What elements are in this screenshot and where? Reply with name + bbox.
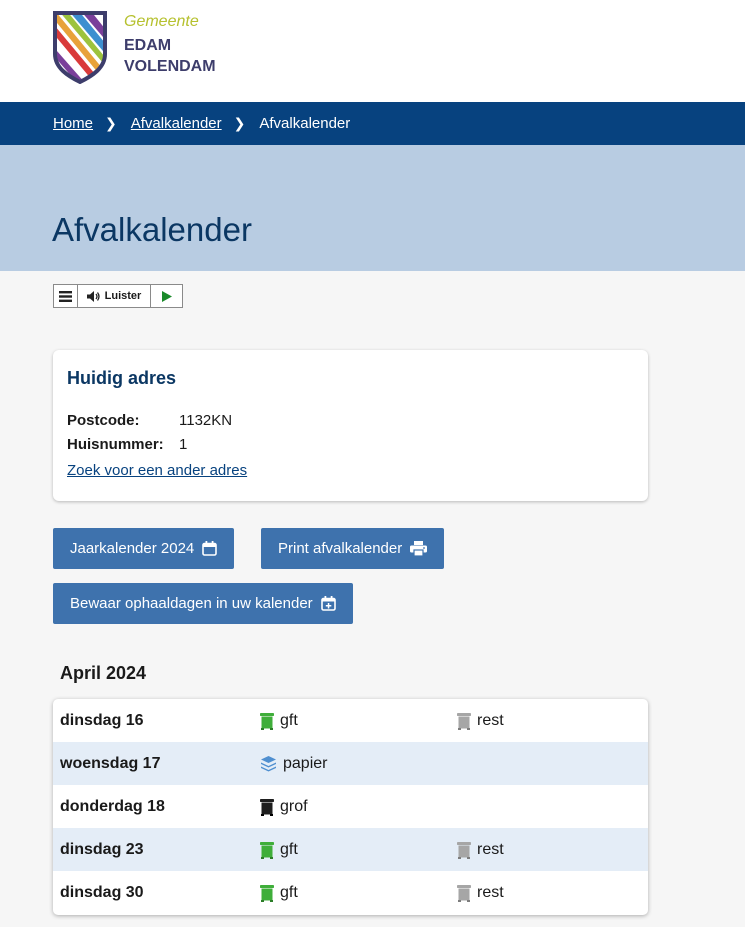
calendar-day: dinsdag 23	[60, 840, 144, 858]
calendar-row: donderdag 18 grof	[53, 785, 648, 828]
black-bin-icon	[260, 798, 274, 816]
waste-label: papier	[283, 754, 328, 772]
breadcrumb-current: Afvalkalender	[259, 115, 351, 132]
waste-label: gft	[280, 883, 298, 901]
play-icon	[161, 290, 172, 302]
waste-label: gft	[280, 840, 298, 858]
calendar-row: woensdag 17 papier	[53, 742, 648, 785]
waste-label: gft	[280, 711, 298, 729]
calendar-day: donderdag 18	[60, 797, 165, 815]
grey-bin-icon	[457, 712, 471, 730]
waste-item-rest: rest	[457, 712, 504, 730]
waste-item-papier: papier	[260, 755, 327, 773]
current-address-card: Huidig adres Postcode: 1132KN Huisnummer…	[53, 350, 648, 501]
calendar-day: dinsdag 30	[60, 883, 144, 901]
green-bin-icon	[260, 712, 274, 730]
readspeaker-listen-label: Luister	[104, 290, 142, 302]
save-pickup-days-button[interactable]: Bewaar ophaaldagen in uw kalender	[53, 583, 353, 624]
coat-of-arms-icon	[53, 11, 107, 84]
readspeaker-play-button[interactable]	[151, 285, 182, 307]
save-pickup-days-button-label: Bewaar ophaaldagen in uw kalender	[70, 595, 313, 612]
breadcrumb-afvalkalender-link[interactable]: Afvalkalender	[131, 115, 222, 132]
calendar-day: dinsdag 16	[60, 711, 144, 729]
waste-item-grof: grof	[260, 798, 308, 816]
hamburger-menu-icon	[59, 290, 72, 302]
change-address-link[interactable]: Zoek voor een ander adres	[67, 462, 247, 479]
postcode-label: Postcode:	[67, 412, 140, 429]
logo-gemeente-text: Gemeente	[124, 13, 199, 30]
readspeaker-menu-button[interactable]	[54, 285, 78, 307]
calendar-row: dinsdag 16 gft rest	[53, 699, 648, 742]
month-title: April 2024	[60, 663, 147, 683]
year-calendar-button[interactable]: Jaarkalender 2024	[53, 528, 235, 569]
waste-item-rest: rest	[457, 884, 504, 902]
municipality-logo[interactable]: Gemeente EDAM VOLENDAM	[52, 10, 216, 84]
calendar-icon	[202, 541, 218, 556]
postcode-value: 1132KN	[179, 412, 233, 429]
breadcrumb-home-link[interactable]: Home	[53, 115, 93, 132]
site-header: Gemeente EDAM VOLENDAM	[0, 0, 745, 102]
page-hero: Afvalkalender	[0, 145, 745, 271]
green-bin-icon	[260, 884, 274, 902]
logo-name-line1: EDAM	[124, 37, 172, 54]
page-title: Afvalkalender	[52, 211, 252, 248]
postcode-row: Postcode: 1132KN	[67, 412, 232, 429]
pickup-calendar-table: dinsdag 16 gft rest woensdag 17 papier d…	[53, 699, 648, 915]
calendar-add-icon	[320, 596, 336, 611]
print-calendar-button-label: Print afvalkalender	[278, 540, 403, 557]
speaker-icon	[86, 290, 100, 302]
breadcrumb-bar: Home ❯ Afvalkalender ❯ Afvalkalender	[0, 102, 745, 145]
paper-stack-icon	[261, 756, 276, 772]
print-calendar-button[interactable]: Print afvalkalender	[261, 528, 445, 569]
waste-item-gft: gft	[260, 712, 298, 730]
calendar-day: woensdag 17	[60, 754, 161, 772]
address-card-title: Huidig adres	[67, 368, 177, 388]
waste-label: rest	[477, 840, 504, 858]
year-calendar-button-label: Jaarkalender 2024	[70, 540, 195, 557]
waste-item-gft: gft	[260, 884, 298, 902]
waste-item-rest: rest	[457, 841, 504, 859]
green-bin-icon	[260, 841, 274, 859]
printer-icon	[410, 541, 428, 556]
breadcrumb: Home ❯ Afvalkalender ❯ Afvalkalender	[53, 102, 350, 145]
huisnummer-label: Huisnummer:	[67, 436, 164, 453]
grey-bin-icon	[457, 884, 471, 902]
readspeaker-listen-button[interactable]: Luister	[78, 285, 151, 307]
readspeaker-widget: Luister	[53, 284, 183, 308]
huisnummer-row: Huisnummer: 1	[67, 436, 187, 453]
calendar-row: dinsdag 30 gft rest	[53, 871, 648, 914]
chevron-right-icon: ❯	[105, 115, 117, 131]
waste-label: grof	[280, 797, 308, 815]
waste-label: rest	[477, 883, 504, 901]
waste-item-gft: gft	[260, 841, 298, 859]
huisnummer-value: 1	[179, 436, 188, 453]
waste-label: rest	[477, 711, 504, 729]
logo-name-line2: VOLENDAM	[124, 58, 216, 75]
chevron-right-icon: ❯	[233, 115, 246, 131]
calendar-row: dinsdag 23 gft rest	[53, 828, 648, 871]
grey-bin-icon	[457, 841, 471, 859]
